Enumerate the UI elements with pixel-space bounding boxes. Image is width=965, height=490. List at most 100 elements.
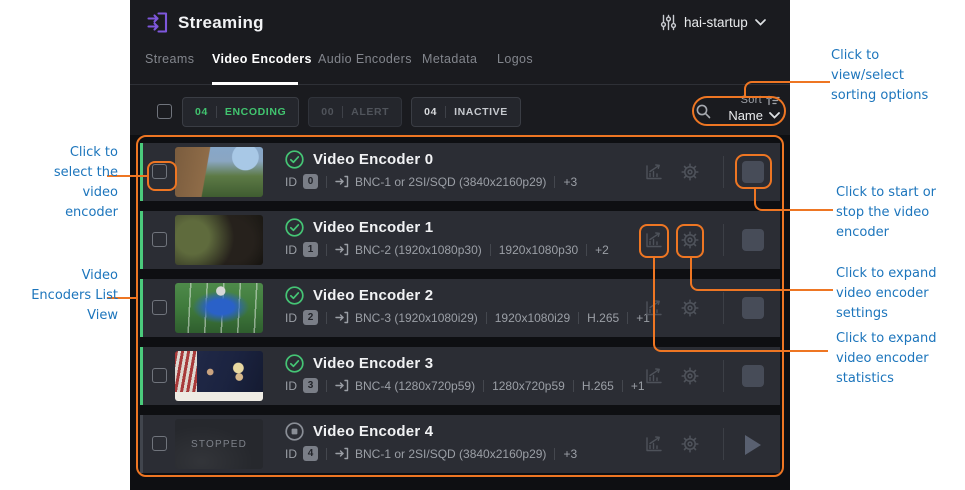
status-filters: 04ENCODING 00ALERT 04 INACTIVE	[182, 97, 521, 127]
tab-metadata[interactable]: Metadata	[422, 52, 477, 66]
resolution: 1920x1080p30	[499, 243, 578, 257]
encoding-count: 04	[195, 106, 208, 118]
encoder-thumbnail: STOPPED	[175, 419, 263, 469]
settings-button[interactable]	[680, 434, 700, 454]
input-icon	[335, 175, 349, 188]
stop-icon	[742, 161, 764, 183]
sliders-icon	[660, 14, 677, 31]
input-value: BNC-1 or 2SI/SQD (3840x2160p29)	[355, 447, 546, 461]
separator	[326, 312, 327, 324]
resolution: 1920x1080i29	[495, 311, 570, 325]
tab-logos[interactable]: Logos	[497, 52, 533, 66]
separator	[445, 106, 446, 118]
stop-button[interactable]	[742, 365, 764, 387]
sort-by-dropdown[interactable]: Name	[710, 108, 780, 123]
separator	[326, 176, 327, 188]
statistics-button[interactable]	[644, 162, 664, 182]
encoder-name: Video Encoder 0	[313, 151, 433, 168]
input-icon	[335, 447, 349, 460]
stop-icon	[742, 365, 764, 387]
account-dropdown[interactable]: hai-startup	[660, 14, 766, 31]
divider	[723, 428, 724, 460]
stop-button[interactable]	[742, 229, 764, 251]
input-value: BNC-3 (1920x1080i29)	[355, 311, 478, 325]
encoder-id-badge: 0	[303, 174, 318, 189]
inactive-count: 04	[424, 106, 437, 118]
tab-streams[interactable]: Streams	[145, 52, 194, 66]
id-label: ID	[285, 175, 297, 189]
tab-audio-encoders[interactable]: Audio Encoders	[318, 52, 412, 66]
more-count: +2	[595, 243, 609, 257]
filter-inactive[interactable]: 04 INACTIVE	[411, 97, 521, 127]
statistics-button[interactable]	[644, 230, 664, 250]
start-button[interactable]	[742, 433, 764, 455]
more-count: +3	[563, 175, 577, 189]
separator	[554, 448, 555, 460]
encoder-row-2[interactable]: Video Encoder 2 ID 2 BNC-3 (1920x1080i29…	[140, 279, 780, 337]
separator	[326, 380, 327, 392]
input-value: BNC-2 (1920x1080p30)	[355, 243, 482, 257]
tab-video-encoders[interactable]: Video Encoders	[212, 52, 312, 66]
status-encoding-icon	[285, 218, 304, 237]
callout-start-stop: Click to start or stop the video encoder	[836, 183, 954, 243]
streaming-panel: Streaming hai-startup Streams Video Enco…	[130, 0, 790, 490]
encoder-name: Video Encoder 3	[313, 355, 433, 372]
filter-alert[interactable]: 00ALERT	[308, 97, 402, 127]
id-label: ID	[285, 379, 297, 393]
tab-bar: Streams Video Encoders Audio Encoders Me…	[130, 44, 790, 85]
separator	[483, 380, 484, 392]
encoder-thumbnail	[175, 147, 263, 197]
statistics-button[interactable]	[644, 298, 664, 318]
encoder-checkbox[interactable]	[152, 368, 167, 383]
callout-select-encoder: Click to select the video encoder	[28, 143, 118, 223]
encoder-thumbnail	[175, 215, 263, 265]
status-encoding-icon	[285, 150, 304, 169]
resolution: 1280x720p59	[492, 379, 565, 393]
callout-expand-statistics: Click to expand video encoder statistics	[836, 329, 954, 389]
encoder-row-1[interactable]: Video Encoder 1 ID 1 BNC-2 (1920x1080p30…	[140, 211, 780, 269]
streaming-logo-icon	[145, 10, 170, 35]
settings-button[interactable]	[680, 298, 700, 318]
settings-button[interactable]	[680, 230, 700, 250]
settings-button[interactable]	[680, 162, 700, 182]
select-all-checkbox[interactable]	[157, 104, 172, 119]
id-label: ID	[285, 447, 297, 461]
stop-button[interactable]	[742, 297, 764, 319]
separator	[586, 244, 587, 256]
separator	[578, 312, 579, 324]
encoder-checkbox[interactable]	[152, 436, 167, 451]
alert-label: ALERT	[351, 106, 389, 118]
encoder-details: ID 0 BNC-1 or 2SI/SQD (3840x2160p29) +3	[285, 174, 577, 189]
account-name: hai-startup	[684, 15, 748, 30]
separator	[326, 448, 327, 460]
stop-icon	[742, 229, 764, 251]
encoder-row-3[interactable]: Video Encoder 3 ID 3 BNC-4 (1280x720p59)…	[140, 347, 780, 405]
encoder-details: ID 1 BNC-2 (1920x1080p30) 1920x1080p30 +…	[285, 242, 609, 257]
encoder-checkbox[interactable]	[152, 300, 167, 315]
encoder-name: Video Encoder 4	[313, 423, 433, 440]
separator	[554, 176, 555, 188]
input-icon	[335, 311, 349, 324]
encoder-row-0[interactable]: Video Encoder 0 ID 0 BNC-1 or 2SI/SQD (3…	[140, 143, 780, 201]
statistics-button[interactable]	[644, 366, 664, 386]
codec: H.265	[587, 311, 619, 325]
more-count: +1	[631, 379, 645, 393]
divider	[723, 292, 724, 324]
encoder-id-badge: 3	[303, 378, 318, 393]
play-icon	[745, 435, 761, 455]
callout-expand-settings: Click to expand video encoder settings	[836, 264, 954, 324]
inactive-label: INACTIVE	[454, 106, 508, 118]
encoder-row-4[interactable]: STOPPED Video Encoder 4 ID 4 BNC-1 or 2S…	[140, 415, 780, 473]
chevron-down-icon	[755, 19, 766, 26]
stop-button[interactable]	[742, 161, 764, 183]
encoder-checkbox[interactable]	[152, 232, 167, 247]
encoder-id-badge: 2	[303, 310, 318, 325]
divider	[723, 156, 724, 188]
settings-button[interactable]	[680, 366, 700, 386]
encoder-checkbox[interactable]	[152, 164, 167, 179]
input-value: BNC-4 (1280x720p59)	[355, 379, 475, 393]
sort-control[interactable]: Sort Name	[710, 94, 780, 123]
statistics-button[interactable]	[644, 434, 664, 454]
filter-encoding[interactable]: 04ENCODING	[182, 97, 299, 127]
separator	[342, 106, 343, 118]
